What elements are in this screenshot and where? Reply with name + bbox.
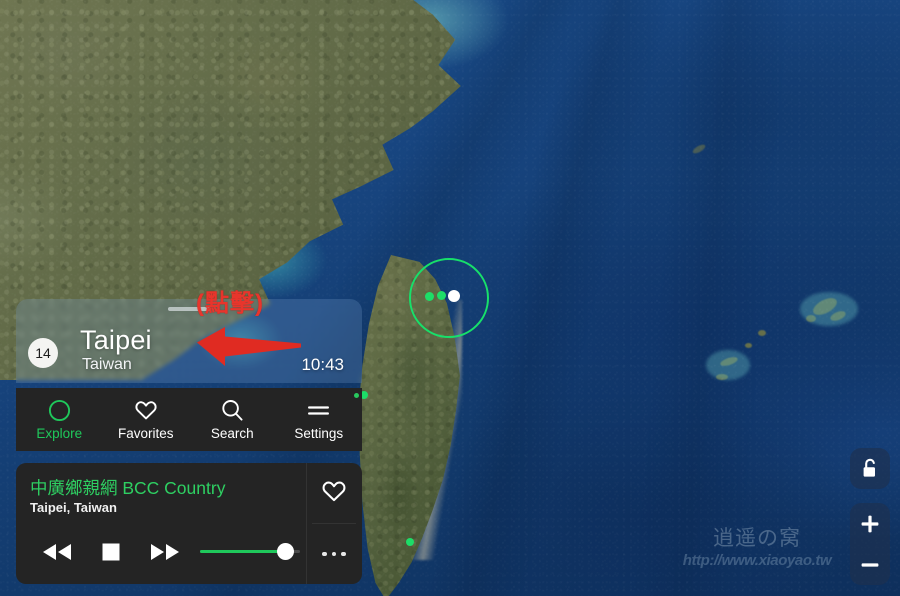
map-zoom-control-group: [850, 503, 890, 585]
heart-icon: [134, 399, 158, 422]
player-main: 中廣鄉親網 BCC Country Taipei, Taiwan: [16, 463, 306, 584]
app-root: 14 Taipei Taiwan 10:43 Explore Favorites: [0, 0, 900, 596]
city-name: Taipei: [80, 325, 152, 355]
country-name: Taiwan: [82, 356, 132, 373]
hamburger-icon: [306, 399, 331, 422]
nav-label-explore: Explore: [36, 425, 83, 441]
volume-slider[interactable]: [200, 543, 300, 561]
nav-label-search: Search: [210, 425, 254, 441]
city-info-panel[interactable]: 14 Taipei Taiwan 10:43: [16, 299, 362, 383]
annotation-text: (點擊): [196, 290, 264, 317]
nav-item-settings[interactable]: Settings: [276, 388, 363, 451]
magnifier-icon: [221, 399, 244, 422]
notification-dot-icon: [354, 393, 359, 398]
station-marker-2[interactable]: [437, 291, 446, 300]
favorite-button[interactable]: [306, 463, 362, 523]
nav-item-explore[interactable]: Explore: [16, 388, 103, 451]
heart-icon: [321, 479, 347, 508]
transport-controls: [30, 535, 192, 569]
zoom-out-button[interactable]: [850, 544, 890, 585]
annotation-arrow-icon: [195, 322, 303, 370]
bottom-nav-bar: Explore Favorites Search Settings: [16, 388, 362, 451]
fast-forward-button[interactable]: [138, 535, 192, 569]
stop-button[interactable]: [84, 535, 138, 569]
station-marker-4[interactable]: [406, 538, 414, 546]
map-lock-control-group: [850, 448, 890, 489]
nav-label-settings: Settings: [294, 425, 344, 441]
station-location: Taipei, Taiwan: [30, 500, 117, 515]
volume-fill: [200, 550, 285, 553]
zoom-in-button[interactable]: [850, 503, 890, 544]
nav-label-favorites: Favorites: [117, 425, 174, 441]
station-marker-1[interactable]: [425, 292, 434, 301]
nav-item-favorites[interactable]: Favorites: [103, 388, 190, 451]
player-side-actions: [305, 463, 362, 584]
unlock-map-button[interactable]: [850, 448, 890, 489]
station-title: 中廣鄉親網 BCC Country: [30, 478, 226, 498]
ellipsis-icon: [322, 551, 346, 557]
station-marker-selected[interactable]: [448, 290, 460, 302]
more-options-button[interactable]: [306, 524, 362, 584]
local-time: 10:43: [301, 355, 344, 374]
player-panel: 中廣鄉親網 BCC Country Taipei, Taiwan: [16, 463, 362, 584]
circle-icon: [48, 399, 71, 422]
volume-thumb[interactable]: [277, 543, 294, 560]
nav-item-search[interactable]: Search: [189, 388, 276, 451]
station-count-badge[interactable]: 14: [28, 338, 58, 368]
rewind-button[interactable]: [30, 535, 84, 569]
